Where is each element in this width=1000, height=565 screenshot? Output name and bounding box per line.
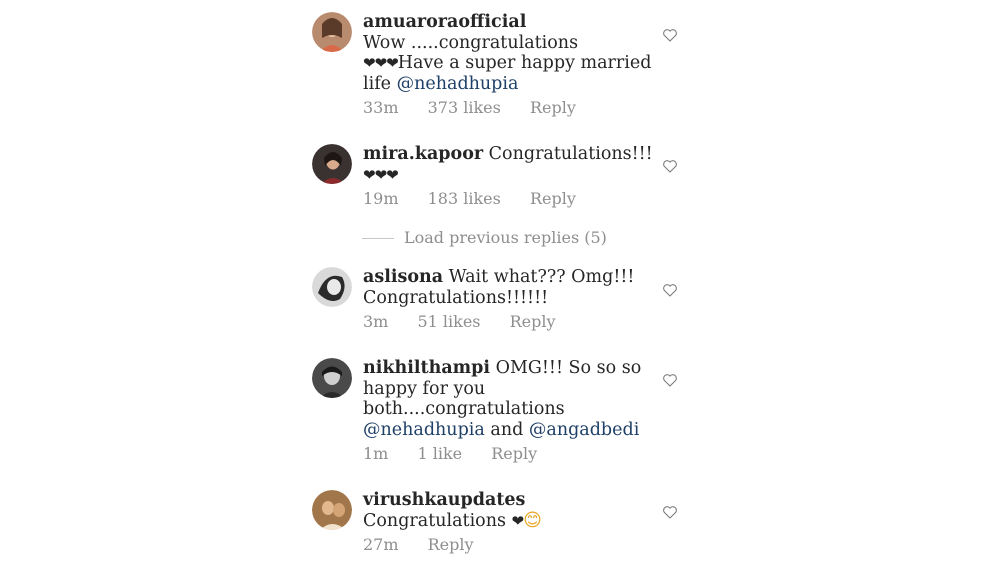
comment-likes[interactable]: 51 likes (417, 312, 480, 331)
username[interactable]: virushkaupdates (363, 490, 525, 510)
comment-body: Congratulations (363, 510, 506, 531)
reply-button[interactable]: Reply (530, 189, 576, 208)
reply-button[interactable]: Reply (428, 535, 474, 554)
comment-text: aslisona Wait what??? Omg!!! Congratulat… (363, 267, 653, 308)
avatar[interactable] (312, 490, 352, 530)
smiling-face-icon: 😊 (523, 509, 542, 531)
comment-time: 1m (363, 444, 389, 463)
hearts: ❤❤❤ (363, 54, 399, 72)
username[interactable]: mira.kapoor (363, 144, 483, 164)
hearts: ❤❤❤ (363, 165, 399, 184)
comment-likes[interactable]: 373 likes (428, 98, 501, 117)
heart-icon[interactable] (662, 27, 678, 43)
comment-meta: 33m 373 likes Reply (363, 98, 653, 117)
load-previous-replies[interactable]: Load previous replies (5) (362, 228, 607, 247)
comment-meta: 19m 183 likes Reply (363, 189, 653, 208)
comment-likes[interactable]: 1 like (417, 444, 462, 463)
heart-emoji-icon: ❤ (511, 511, 525, 530)
comments-feed: amuaroraofficial Wow .....congratulation… (0, 0, 1000, 565)
username[interactable]: amuaroraofficial (363, 12, 526, 32)
avatar[interactable] (312, 267, 352, 307)
comment-text: amuaroraofficial Wow .....congratulation… (363, 12, 653, 94)
comment-time: 33m (363, 98, 399, 117)
reply-button[interactable]: Reply (491, 444, 537, 463)
comment-body: Congratulations!!! (488, 144, 653, 164)
comment-body: and (490, 419, 524, 440)
mention-link[interactable]: @nehadhupia (363, 420, 485, 440)
username[interactable]: nikhilthampi (363, 358, 490, 378)
heart-icon[interactable] (662, 282, 678, 298)
avatar[interactable] (312, 12, 352, 52)
reply-button[interactable]: Reply (530, 98, 576, 117)
comment-time: 19m (363, 189, 399, 208)
comment-time: 3m (363, 312, 389, 331)
load-previous-label[interactable]: Load previous replies (5) (404, 228, 607, 247)
comment-meta: 1m 1 like Reply (363, 444, 653, 463)
reply-button[interactable]: Reply (510, 312, 556, 331)
heart-icon[interactable] (662, 158, 678, 174)
heart-icon[interactable] (662, 504, 678, 520)
comment-likes[interactable]: 183 likes (428, 189, 501, 208)
avatar[interactable] (312, 144, 352, 184)
heart-icon[interactable] (662, 372, 678, 388)
comment-text: nikhilthampi OMG!!! So so so happy for y… (363, 358, 653, 440)
comment-body: Wow .....congratulations (363, 32, 579, 53)
comment-meta: 3m 51 likes Reply (363, 312, 653, 331)
comment-text: virushkaupdates Congratulations ❤😊 (363, 490, 653, 531)
mention-link[interactable]: @nehadhupia (397, 74, 519, 94)
username[interactable]: aslisona (363, 267, 443, 287)
avatar[interactable] (312, 358, 352, 398)
comment-text: mira.kapoor Congratulations!!! ❤❤❤ (363, 144, 653, 185)
comment-meta: 27m Reply (363, 535, 653, 554)
comment-time: 27m (363, 535, 399, 554)
divider-line (362, 238, 394, 239)
mention-link[interactable]: @angadbedi (529, 420, 639, 440)
